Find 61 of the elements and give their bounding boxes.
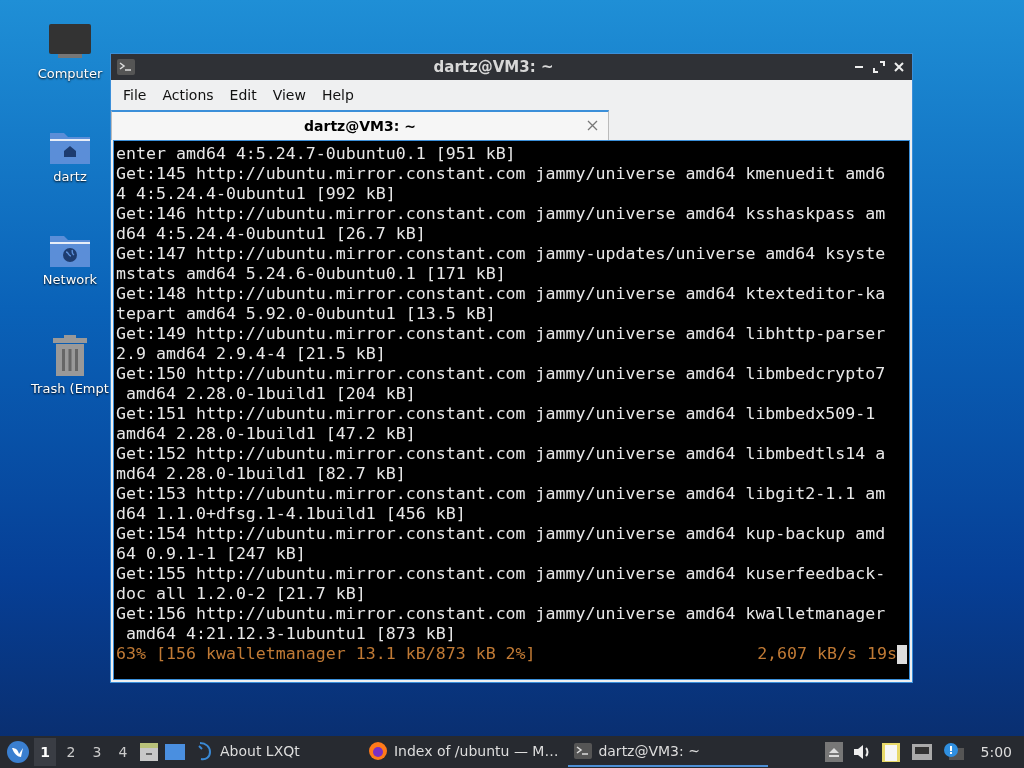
eject-icon[interactable]: [824, 742, 843, 762]
terminal-line: 4 4:5.24.4-0ubuntu1 [992 kB]: [116, 184, 397, 204]
desktop-icon-label[interactable]: Network: [42, 272, 98, 287]
clock[interactable]: 5:00: [980, 744, 1012, 760]
terminal-line: Get:153 http://ubuntu.mirror.constant.com jammy/universe amd64 libgit2-1.1 am: [116, 484, 887, 504]
menu-item[interactable]: Help: [313, 83, 362, 107]
desktop-icon-label[interactable]: dartz: [53, 169, 87, 184]
workspace-button[interactable]: 3: [86, 738, 108, 766]
terminal-line: Get:146 http://ubuntu.mirror.constant.com jammy/universe amd64 ksshaskpass am: [116, 204, 887, 224]
desktop-icon-label[interactable]: Computer: [37, 66, 103, 81]
terminal-line: Get:151 http://ubuntu.mirror.constant.com jammy/universe amd64 libmbedx509-1: [116, 404, 877, 424]
menu-item[interactable]: View: [264, 83, 314, 107]
menu-item[interactable]: Actions: [154, 83, 222, 107]
terminal-icon: [574, 743, 593, 759]
terminal-line: amd64 2.28.0-1build1 [204 kB]: [125, 384, 417, 404]
terminal-line: Get:150 http://ubuntu.mirror.constant.com jammy/universe amd64 libmbedcrypto7: [116, 364, 887, 384]
workspace-button[interactable]: 4: [112, 738, 134, 766]
terminal-line: 64 0.9.1-1 [247 kB]: [116, 544, 307, 564]
close-tab-icon[interactable]: [587, 120, 598, 131]
notification-icon[interactable]: [942, 742, 965, 762]
terminal-line: md64 2.28.0-1build1 [82.7 kB]: [116, 464, 407, 484]
terminal-line: Get:156 http://ubuntu.mirror.constant.com jammy/universe amd64 kwalletmanager: [116, 604, 887, 624]
progress-status: 63% [156 kwalletmanager 13.1 kB/873 kB 2%]: [116, 644, 536, 664]
terminal-line: doc all 1.2.0-2 [21.7 kB]: [116, 584, 367, 604]
window-title: dartz@VM3: ~: [432, 58, 555, 76]
terminal-line: 2.9 amd64 2.9.4-4 [21.5 kB]: [116, 344, 387, 364]
taskbar-task[interactable]: Index of /ubuntu — M…: [361, 737, 565, 767]
terminal-line: Get:148 http://ubuntu.mirror.constant.com jammy/universe amd64 ktexteditor-ka: [116, 284, 887, 304]
maximize-button[interactable]: [872, 60, 886, 74]
terminal-line: Get:147 http://ubuntu.mirror.constant.com jammy-updates/universe amd64 ksyste: [116, 244, 887, 264]
terminal-line: enter amd64 4:5.24.7-0ubuntu0.1 [951 kB]: [116, 144, 517, 164]
terminal-line: Get:149 http://ubuntu.mirror.constant.com jammy/universe amd64 libhttp-parser: [116, 324, 887, 344]
terminal-line: d64 4:5.24.4-0ubuntu1 [26.7 kB]: [116, 224, 427, 244]
terminal-line: tepart amd64 5.92.0-0ubuntu1 [13.5 kB]: [116, 304, 497, 324]
desktop-icon-label[interactable]: Trash (Empt: [31, 381, 109, 396]
download-speed: 2,607 kB/s 19s: [757, 644, 897, 664]
terminal-tab[interactable]: dartz@VM3: ~: [111, 110, 609, 140]
terminal-line: Get:154 http://ubuntu.mirror.constant.com jammy/universe amd64 kup-backup amd: [116, 524, 887, 544]
terminal-line: Get:145 http://ubuntu.mirror.constant.com jammy/universe amd64 kmenuedit amd6: [116, 164, 887, 184]
terminal-line: amd64 4:21.12.3-1ubuntu1 [873 kB]: [125, 624, 457, 644]
text-cursor: [897, 644, 907, 664]
workspace-button[interactable]: 1: [34, 738, 56, 766]
close-button[interactable]: [892, 60, 906, 74]
start-menu-icon[interactable]: [6, 740, 30, 764]
terminal-line: Get:152 http://ubuntu.mirror.constant.com jammy/universe amd64 libmbedtls14 a: [116, 444, 887, 464]
file-cabinet-icon[interactable]: [138, 741, 160, 763]
terminal-line: mstats amd64 5.24.6-0ubuntu0.1 [171 kB]: [116, 264, 507, 284]
volume-icon[interactable]: [852, 744, 871, 760]
network-icon[interactable]: [910, 743, 933, 761]
taskbar-task[interactable]: About LXQt: [190, 737, 306, 767]
taskbar-task[interactable]: dartz@VM3: ~: [568, 737, 769, 767]
menu-item[interactable]: File: [115, 83, 155, 107]
terminal-line: Get:155 http://ubuntu.mirror.constant.com jammy/universe amd64 kuserfeedback-: [116, 564, 887, 584]
terminal-line: d64 1.1.0+dfsg.1-4.1build1 [456 kB]: [116, 504, 467, 524]
terminal-icon: [117, 59, 135, 75]
window-icon[interactable]: [164, 742, 186, 762]
terminal-line: amd64 2.28.0-1build1 [47.2 kB]: [116, 424, 417, 444]
clipboard-icon[interactable]: [880, 741, 901, 763]
browser-icon: [367, 741, 388, 761]
workspace-button[interactable]: 2: [60, 738, 82, 766]
menu-item[interactable]: Edit: [221, 83, 265, 107]
